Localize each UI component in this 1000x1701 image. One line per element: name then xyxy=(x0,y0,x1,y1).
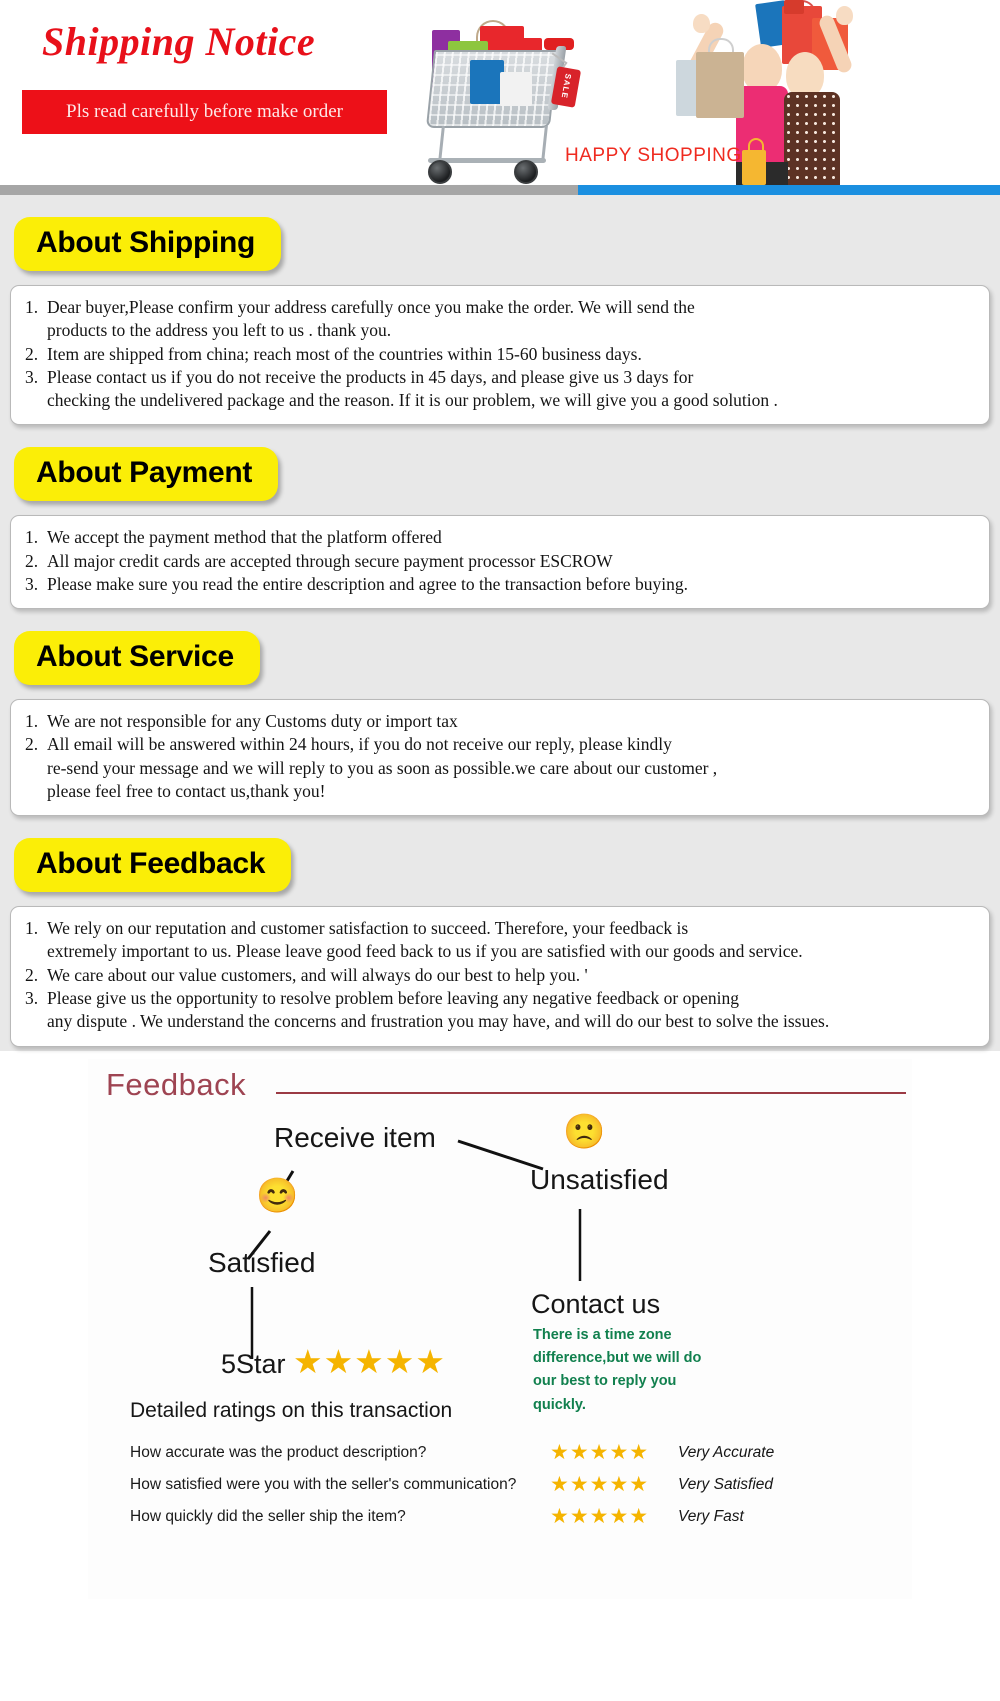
list-number: 1. xyxy=(25,527,39,548)
list-text: Please make sure you read the entire des… xyxy=(47,573,688,594)
section-badge-shipping: About Shipping xyxy=(14,217,282,271)
list-number: 3. xyxy=(25,366,39,387)
list-text: We are not responsible for any Customs d… xyxy=(47,711,458,732)
list-item: 3. Please contact us if you do not receiv… xyxy=(25,366,975,413)
list-number: 2. xyxy=(25,734,39,755)
shopper-left-head xyxy=(742,44,782,92)
satisfied-face-icon: 😊 xyxy=(256,1176,299,1215)
page-title: Shipping Notice xyxy=(42,19,316,64)
five-star-rating: ★★★★★ xyxy=(293,1342,446,1380)
feedback-diagram-title: Feedback xyxy=(106,1066,247,1102)
shopper-left-hand xyxy=(693,14,710,33)
cart-shadow xyxy=(422,184,558,185)
rating-stars: ★★★★★ xyxy=(550,1473,650,1497)
read-carefully-label: Pls read carefully before make order xyxy=(66,101,343,122)
table-row: How satisfied were you with the seller's… xyxy=(130,1469,890,1501)
read-carefully-banner: Pls read carefully before make order xyxy=(22,90,387,134)
timezone-note: There is a time zone difference,but we w… xyxy=(533,1326,702,1413)
happy-shopping-label: HAPPY SHOPPING xyxy=(565,145,742,166)
policy-sections: About Shipping 1. Dear buyer,Please confi… xyxy=(0,195,1000,1051)
list-text: All email will be answered within 24 hou… xyxy=(47,734,718,801)
held-bag-kraft xyxy=(696,52,744,118)
cart-wheel-right xyxy=(514,160,538,184)
divider-strip xyxy=(0,185,1000,195)
list-item: 2. We care about our value customers, and… xyxy=(25,964,975,987)
section-about-payment: About Payment 1. We accept the payment me… xyxy=(0,425,1000,610)
list-text: All major credit cards are accepted thro… xyxy=(47,550,613,571)
list-number: 1. xyxy=(25,918,39,939)
detailed-ratings-table: How accurate was the product description… xyxy=(130,1437,890,1533)
panel-about-service: 1. We are not responsible for any Customs… xyxy=(10,699,990,817)
list-text: We rely on our reputation and customer s… xyxy=(47,918,803,962)
cart-bag-blue xyxy=(470,60,504,104)
list-item: 1. We accept the payment method that the … xyxy=(25,526,975,549)
list-number: 2. xyxy=(25,964,39,985)
list-text: We accept the payment method that the pl… xyxy=(47,527,442,548)
raised-bag-top xyxy=(784,0,804,14)
rating-stars: ★★★★★ xyxy=(550,1441,650,1465)
list-item: 2. All email will be answered within 24 h… xyxy=(25,733,975,803)
held-bag-yellow xyxy=(742,150,766,185)
rating-question: How satisfied were you with the seller's… xyxy=(130,1475,517,1493)
sale-tag: SALE xyxy=(550,66,582,108)
list-text: We care about our value customers, and w… xyxy=(47,964,588,985)
list-number: 2. xyxy=(25,550,39,571)
unsatisfied-face-icon: 🙁 xyxy=(563,1112,606,1151)
rating-value: Very Accurate xyxy=(678,1443,775,1461)
list-item: 3. Please make sure you read the entire d… xyxy=(25,573,975,596)
section-badge-payment: About Payment xyxy=(14,447,279,502)
feedback-diagram: Feedback Receive item 🙁 Unsatisfied 😊 Sa… xyxy=(88,1058,912,1599)
shopper-right-dress xyxy=(784,92,840,185)
shopper-right-hand xyxy=(836,6,853,25)
section-about-feedback: About Feedback 1. We rely on our reputati… xyxy=(0,816,1000,1047)
diagram-label-contact-us: Contact us xyxy=(531,1288,661,1319)
section-badge-service: About Service xyxy=(14,631,260,686)
page-header: Shipping Notice Pls read carefully befor… xyxy=(0,0,1000,185)
section-badge-feedback: About Feedback xyxy=(14,838,292,893)
list-item: 1. We rely on our reputation and customer… xyxy=(25,917,975,964)
diagram-label-unsatisfied: Unsatisfied xyxy=(530,1163,669,1195)
diagram-label-receive-item: Receive item xyxy=(274,1121,436,1153)
list-item: 2. Item are shipped from china; reach mos… xyxy=(25,343,975,366)
rating-question: How quickly did the seller ship the item… xyxy=(130,1507,406,1525)
detailed-ratings-title: Detailed ratings on this transaction xyxy=(130,1398,453,1422)
list-number: 1. xyxy=(25,711,39,732)
list-text: Item are shipped from china; reach most … xyxy=(47,343,642,364)
list-item: 3. Please give us the opportunity to reso… xyxy=(25,987,975,1034)
panel-about-feedback: 1. We rely on our reputation and customer… xyxy=(10,906,990,1047)
table-row: How quickly did the seller ship the item… xyxy=(130,1501,890,1533)
list-item: 1. Dear buyer,Please confirm your address… xyxy=(25,296,975,343)
list-item: 2. All major credit cards are accepted th… xyxy=(25,550,975,573)
sale-tag-label: SALE xyxy=(559,72,573,100)
list-item: 1. We are not responsible for any Customs… xyxy=(25,710,975,733)
rating-question: How accurate was the product description… xyxy=(130,1443,427,1461)
cart-wheel-left xyxy=(428,160,452,184)
feedback-diagram-area: Feedback Receive item 🙁 Unsatisfied 😊 Sa… xyxy=(0,1050,1000,1599)
divider-strip-blue xyxy=(578,185,1000,195)
cart-frame xyxy=(438,126,548,162)
feedback-title-rule xyxy=(276,1091,906,1094)
list-text: Dear buyer,Please confirm your address c… xyxy=(47,297,695,341)
diagram-label-satisfied: Satisfied xyxy=(208,1246,316,1278)
diagram-label-5star: 5Star xyxy=(221,1348,286,1379)
list-number: 2. xyxy=(25,343,39,364)
list-text: Please give us the opportunity to resolv… xyxy=(47,987,830,1032)
section-about-service: About Service 1. We are not responsible f… xyxy=(0,609,1000,817)
list-number: 3. xyxy=(25,573,39,594)
divider-strip-grey xyxy=(0,185,578,195)
rating-stars: ★★★★★ xyxy=(550,1505,650,1529)
rating-value: Very Satisfied xyxy=(678,1475,774,1493)
section-about-shipping: About Shipping 1. Dear buyer,Please confi… xyxy=(0,195,1000,426)
list-number: 3. xyxy=(25,987,39,1008)
table-row: How accurate was the product description… xyxy=(130,1437,890,1469)
list-text: Please contact us if you do not receive … xyxy=(47,366,778,411)
cart-bag-white xyxy=(500,72,532,106)
rating-value: Very Fast xyxy=(678,1507,744,1525)
panel-about-shipping: 1. Dear buyer,Please confirm your address… xyxy=(10,285,990,426)
panel-about-payment: 1. We accept the payment method that the … xyxy=(10,515,990,610)
list-number: 1. xyxy=(25,297,39,317)
